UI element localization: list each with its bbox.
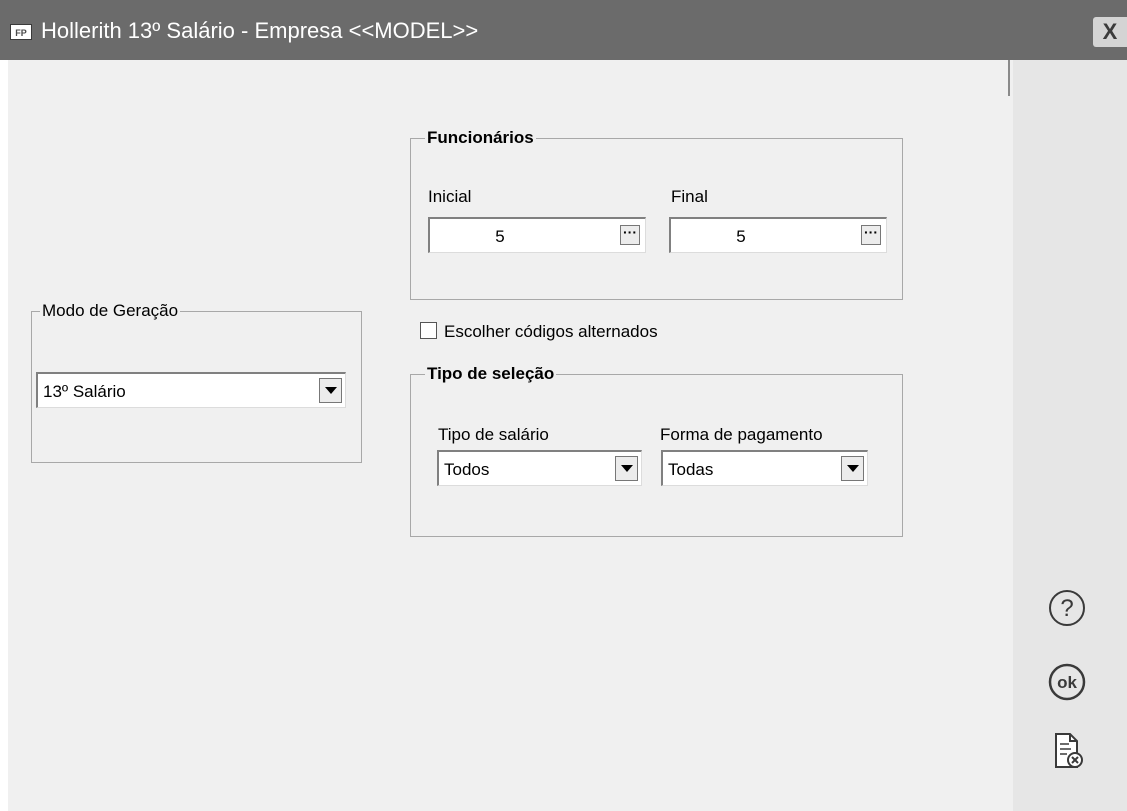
modo-geracao-value: 13º Salário (43, 382, 126, 401)
forma-pagamento-value: Todas (668, 460, 714, 479)
final-value: 5 (736, 227, 746, 246)
modo-geracao-dropdown-icon[interactable] (319, 378, 342, 403)
funcionarios-group: Funcionários Inicial Final 5 ··· 5 ··· (410, 128, 903, 300)
tipo-salario-value: Todos (444, 460, 490, 479)
close-button[interactable]: X (1093, 17, 1127, 47)
question-circle-icon: ? (1049, 590, 1085, 626)
tipo-salario-label: Tipo de salário (438, 425, 549, 444)
svg-text:?: ? (1060, 595, 1073, 622)
ok-button[interactable]: ok (1047, 662, 1087, 702)
final-browse-button[interactable]: ··· (861, 225, 881, 245)
modo-geracao-select[interactable]: 13º Salário (36, 372, 346, 408)
tipo-salario-dropdown-icon[interactable] (615, 456, 638, 481)
funcionarios-legend: Funcionários (425, 128, 536, 148)
alternados-checkbox[interactable] (420, 322, 437, 339)
window-title: Hollerith 13º Salário - Empresa <<MODEL>… (41, 18, 479, 43)
tipo-selecao-legend: Tipo de seleção (425, 364, 557, 384)
divider (1008, 60, 1010, 96)
forma-pagamento-label: Forma de pagamento (660, 425, 823, 444)
forma-pagamento-dropdown-icon[interactable] (841, 456, 864, 481)
modo-geracao-legend: Modo de Geração (40, 301, 181, 321)
final-field[interactable]: 5 ··· (669, 217, 887, 253)
ok-circle-icon: ok (1048, 663, 1086, 701)
title-bar: FP Hollerith 13º Salário - Empresa <<MOD… (0, 0, 1127, 60)
tipo-selecao-group: Tipo de seleção Tipo de salário Forma de… (410, 364, 903, 537)
inicial-field[interactable]: 5 ··· (428, 217, 646, 253)
final-label: Final (671, 187, 708, 206)
inicial-value: 5 (495, 227, 505, 246)
modo-geracao-group: Modo de Geração 13º Salário (31, 301, 362, 463)
cancel-button[interactable] (1047, 731, 1087, 771)
inicial-browse-button[interactable]: ··· (620, 225, 640, 245)
tipo-salario-select[interactable]: Todos (437, 450, 642, 486)
ok-label: ok (1057, 673, 1077, 692)
help-button[interactable]: ? (1047, 588, 1087, 628)
document-cancel-icon (1055, 733, 1083, 768)
inicial-label: Inicial (428, 187, 472, 206)
forma-pagamento-select[interactable]: Todas (661, 450, 868, 486)
alternados-label[interactable]: Escolher códigos alternados (444, 322, 658, 342)
app-icon: FP (10, 24, 32, 40)
